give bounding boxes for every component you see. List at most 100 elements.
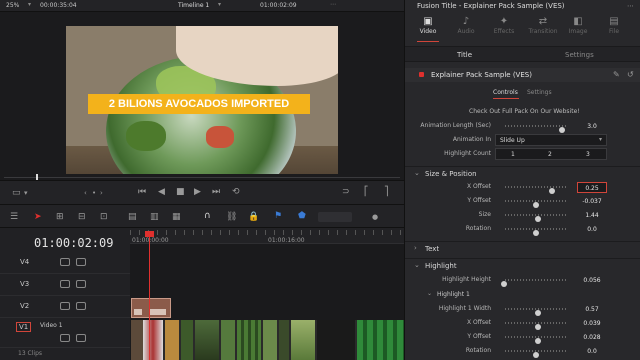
clip-thumbnail[interactable] [237, 320, 261, 360]
marker-dot-icon[interactable]: • [92, 188, 96, 198]
option-1[interactable]: 1 [511, 151, 515, 159]
y-offset-slider[interactable] [505, 200, 567, 208]
snapping-icon[interactable]: ∩ [204, 211, 211, 221]
subtab-settings[interactable]: Settings [565, 51, 594, 60]
marker-icon[interactable]: ⬟ [298, 211, 306, 221]
reverse-play-icon[interactable]: ◀ [158, 187, 165, 197]
size-position-section[interactable]: ⌄ Size & Position [405, 166, 640, 180]
mark-out-icon[interactable]: ⎤ [384, 187, 389, 197]
animation-length-slider[interactable] [505, 125, 567, 133]
highlight-width-value[interactable]: 0.57 [577, 304, 607, 315]
size-slider[interactable] [505, 214, 567, 222]
lock-track-icon[interactable] [60, 302, 70, 310]
x-offset-value[interactable]: 0.25 [577, 182, 607, 193]
chevron-down-icon[interactable]: ▾ [218, 1, 221, 9]
enable-track-icon[interactable] [76, 280, 86, 288]
clip-thumbnail[interactable] [221, 320, 235, 360]
enable-track-icon[interactable] [76, 302, 86, 310]
timeline-options-icon[interactable]: ☰ [10, 212, 18, 222]
lock-track-icon[interactable] [60, 280, 70, 288]
chevron-down-icon[interactable]: ▾ [24, 188, 28, 198]
mark-in-icon[interactable]: ⎡ [364, 187, 369, 197]
play-icon[interactable]: ▶ [194, 187, 201, 197]
clip-thumbnail[interactable] [165, 320, 179, 360]
clip-thumbnail[interactable] [181, 320, 193, 360]
fusion-title-clip[interactable] [131, 298, 171, 318]
position-lock-icon[interactable]: 🔒 [248, 212, 259, 222]
tab-transition[interactable]: ⇄ Transition [525, 16, 561, 35]
clip-thumbnail[interactable] [317, 320, 355, 360]
stop-icon[interactable]: ■ [176, 187, 185, 197]
track-header-v3[interactable]: V3 [0, 274, 130, 296]
flag-icon[interactable]: ⚑ [274, 211, 282, 221]
effect-enable-icon[interactable] [419, 72, 424, 77]
highlight-rotation-slider[interactable] [505, 350, 567, 358]
highlight-y-offset-slider[interactable] [505, 336, 567, 344]
dynamic-trim-icon[interactable]: ⊟ [78, 212, 86, 222]
animation-in-dropdown[interactable]: Slide Up ▾ [495, 134, 607, 146]
lock-track-icon[interactable] [60, 258, 70, 266]
zoom-slider[interactable] [318, 212, 352, 222]
highlight-x-offset-value[interactable]: 0.039 [577, 318, 607, 329]
match-frame-icon[interactable]: ⊃ [342, 187, 350, 197]
linked-selection-icon[interactable]: ⛓ [226, 212, 237, 222]
highlight-x-offset-slider[interactable] [505, 322, 567, 330]
y-offset-value[interactable]: -0.037 [577, 196, 607, 207]
reset-icon[interactable]: ↺ [627, 70, 634, 80]
animation-length-value[interactable]: 3.0 [577, 121, 607, 132]
clip-thumbnail[interactable] [263, 320, 277, 360]
highlight-section[interactable]: ⌄ Highlight [405, 258, 640, 272]
settings-tab[interactable]: Settings [527, 89, 552, 97]
timeline-name[interactable]: Timeline 1 [178, 2, 209, 10]
trim-tool-icon[interactable]: ⊞ [56, 212, 64, 222]
highlight-width-slider[interactable] [505, 308, 567, 316]
playhead[interactable] [149, 232, 150, 360]
clip-thumbnail[interactable] [291, 320, 315, 360]
loop-icon[interactable]: ⟲ [232, 187, 240, 197]
subtab-title[interactable]: Title [457, 51, 472, 60]
overwrite-clip-icon[interactable]: ▥ [150, 212, 159, 222]
tab-effects[interactable]: ✦ Effects [489, 16, 519, 35]
next-marker-icon[interactable]: › [100, 188, 103, 198]
track-header-v4[interactable]: V4 [0, 252, 130, 274]
timeline-ruler[interactable]: 01:00:00:00 01:00:16:00 [130, 228, 404, 244]
rotation-slider[interactable] [505, 228, 567, 236]
options-icon[interactable]: ⋯ [330, 1, 336, 9]
tab-video[interactable]: ▣ Video [413, 16, 443, 35]
zoom-dot-icon[interactable]: ● [372, 212, 378, 222]
enable-track-icon[interactable] [76, 334, 86, 342]
skip-start-icon[interactable]: ⏮ [138, 187, 146, 197]
clip-thumbnail[interactable] [279, 320, 289, 360]
options-icon[interactable]: ⋯ [627, 1, 634, 11]
selection-tool-icon[interactable]: ➤ [34, 212, 42, 222]
prev-marker-icon[interactable]: ‹ [84, 188, 87, 198]
clip-thumbnail[interactable] [143, 320, 163, 360]
skip-end-icon[interactable]: ⏭ [212, 187, 220, 197]
viewer-layout-icon[interactable]: ▭ [12, 188, 21, 198]
tab-audio[interactable]: ♪ Audio [451, 16, 481, 35]
rotation-value[interactable]: 0.0 [577, 224, 607, 235]
edit-icon[interactable]: ✎ [613, 70, 620, 80]
text-section[interactable]: › Text [405, 241, 640, 255]
zoom-level[interactable]: 25% [6, 2, 19, 10]
track-header-v1[interactable]: V1 Video 1 [0, 318, 130, 348]
controls-tab[interactable]: Controls [493, 89, 518, 97]
replace-clip-icon[interactable]: ▦ [172, 212, 181, 222]
highlight-1-subsection[interactable]: ⌄ Highlight 1 [405, 289, 640, 301]
video-clip-strip[interactable] [131, 320, 404, 360]
tab-image[interactable]: ◧ Image [563, 16, 593, 35]
highlight-count-selector[interactable]: 1 2 3 [495, 148, 607, 160]
blade-tool-icon[interactable]: ⊡ [100, 212, 108, 222]
highlight-height-slider[interactable] [501, 279, 567, 287]
chevron-down-icon[interactable]: ▾ [28, 1, 31, 9]
clip-thumbnail[interactable] [131, 320, 143, 360]
size-value[interactable]: 1.44 [577, 210, 607, 221]
clip-thumbnail[interactable] [357, 320, 404, 360]
enable-track-icon[interactable] [76, 258, 86, 266]
clip-thumbnail[interactable] [195, 320, 219, 360]
highlight-rotation-value[interactable]: 0.0 [577, 346, 607, 357]
highlight-y-offset-value[interactable]: 0.028 [577, 332, 607, 343]
x-offset-slider[interactable] [505, 186, 567, 194]
insert-clip-icon[interactable]: ▤ [128, 212, 137, 222]
option-3[interactable]: 3 [586, 151, 590, 159]
